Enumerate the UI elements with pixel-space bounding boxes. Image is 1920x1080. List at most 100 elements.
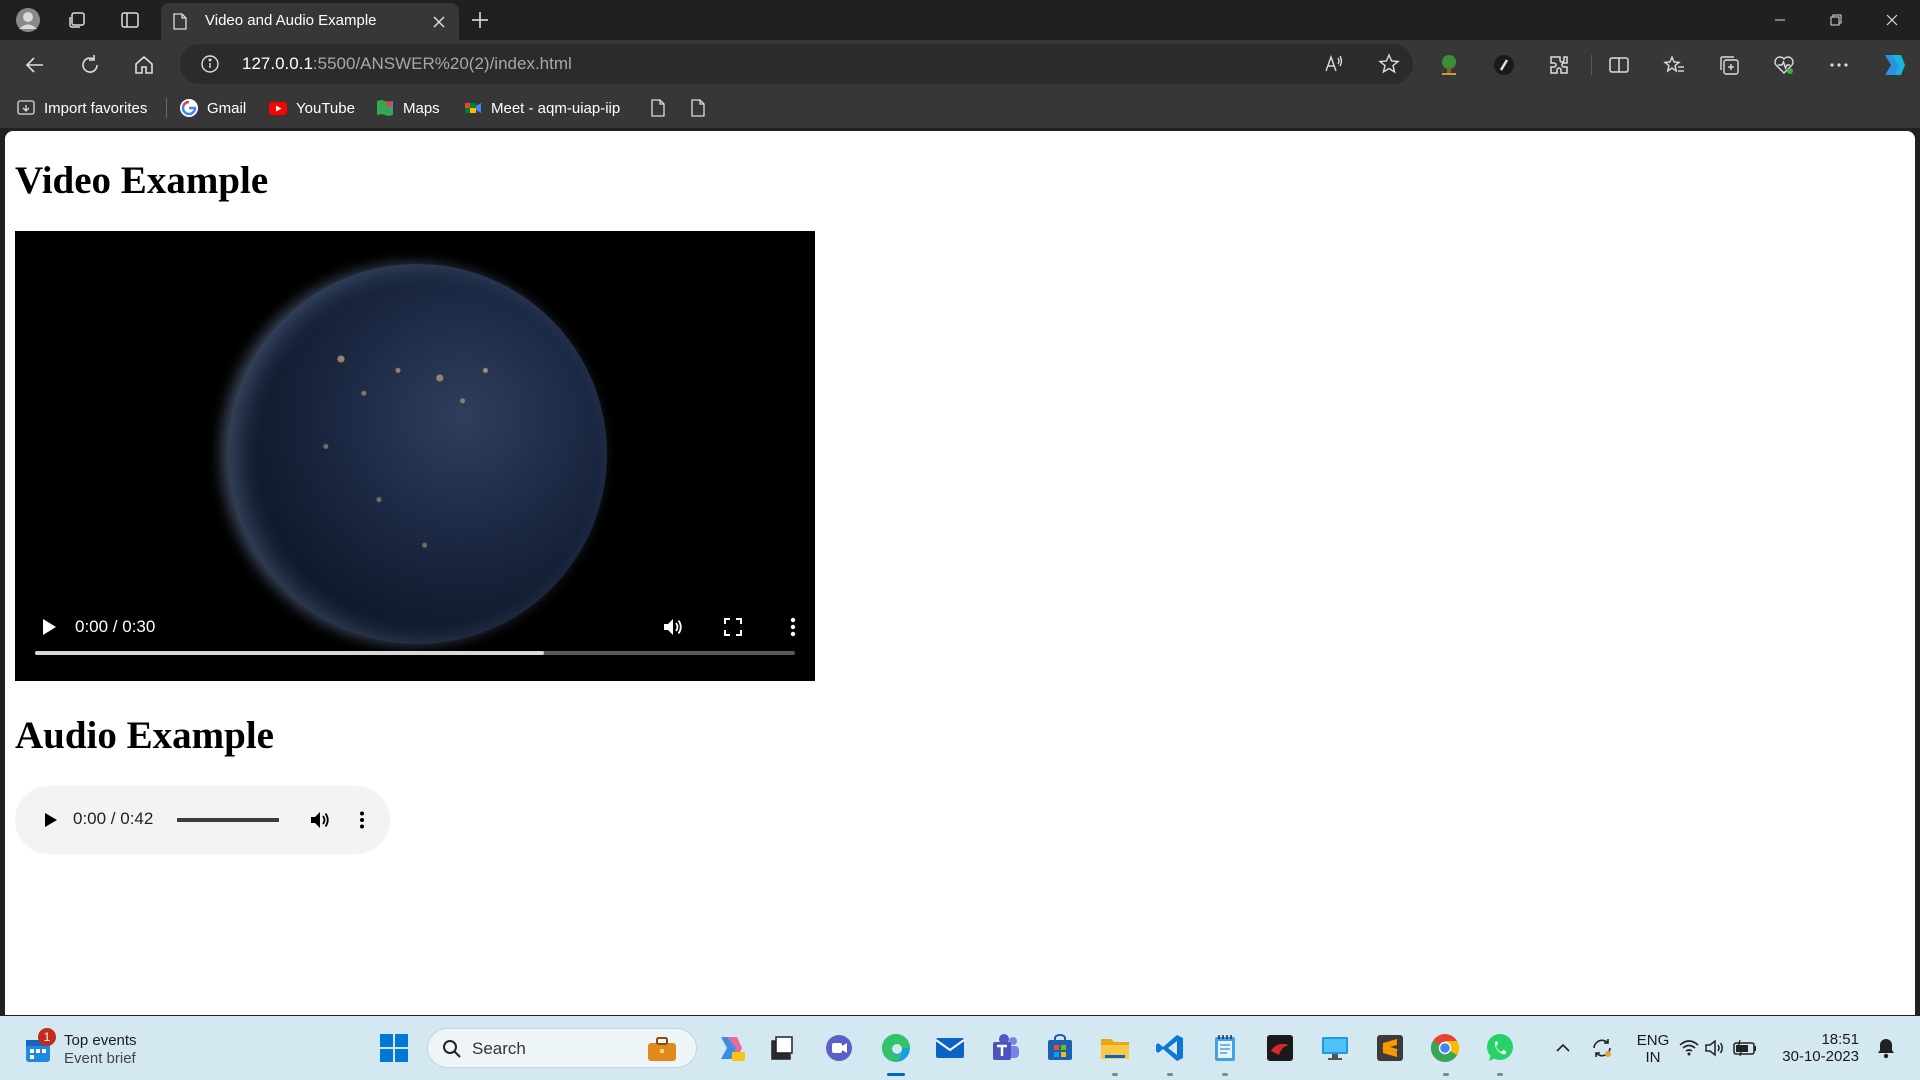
home-icon <box>135 55 153 74</box>
teams-icon[interactable] <box>987 1030 1023 1066</box>
page-icon <box>648 98 668 118</box>
more-vertical-icon <box>360 811 364 829</box>
workspaces-icon[interactable] <box>63 6 91 34</box>
video-play-button[interactable] <box>33 611 65 643</box>
fav-meet[interactable]: Meet - aqm-uiap-iip <box>463 96 620 120</box>
collections-icon[interactable] <box>1714 50 1744 80</box>
toolbar: 127.0.0.1:5500/ANSWER%20(2)/index.html <box>0 40 1920 88</box>
pen-extension-icon[interactable] <box>1489 50 1519 80</box>
sublime-icon[interactable] <box>1372 1030 1408 1066</box>
file-manager-icon[interactable] <box>764 1030 800 1066</box>
widgets-button[interactable]: 1 Top events Event brief <box>24 1028 144 1070</box>
window-close-button[interactable] <box>1864 0 1920 40</box>
url-text[interactable]: 127.0.0.1:5500/ANSWER%20(2)/index.html <box>242 54 572 74</box>
widget-badge: 1 <box>38 1028 56 1046</box>
video-time: 0:00 / 0:30 <box>75 617 156 636</box>
audio-time: 0:00 / 0:42 <box>73 809 154 828</box>
mail-icon[interactable] <box>932 1030 968 1066</box>
sync-icon[interactable] <box>1584 1030 1620 1066</box>
game-app-icon[interactable] <box>1262 1030 1298 1066</box>
import-icon <box>16 98 36 118</box>
back-button[interactable] <box>18 48 52 82</box>
bell-icon[interactable] <box>1868 1030 1904 1066</box>
read-aloud-icon[interactable] <box>1322 52 1346 76</box>
tree-extension-icon[interactable] <box>1434 50 1464 80</box>
vscode-icon[interactable] <box>1152 1030 1188 1066</box>
video-more-button[interactable] <box>777 611 809 643</box>
refresh-button[interactable] <box>73 48 107 82</box>
audio-heading: Audio Example <box>15 714 274 757</box>
audio-player[interactable]: 0:00 / 0:42 <box>15 786 390 854</box>
fav-import-favorites[interactable]: Import favorites <box>16 96 147 120</box>
favorites-icon[interactable] <box>1659 50 1689 80</box>
play-icon <box>43 619 56 635</box>
star-icon[interactable] <box>1377 52 1401 76</box>
notepad-icon[interactable] <box>1207 1030 1243 1066</box>
profile-icon[interactable] <box>14 6 42 34</box>
page-icon <box>688 98 708 118</box>
info-icon[interactable] <box>200 54 220 74</box>
plus-icon[interactable] <box>466 6 494 34</box>
copilot-icon[interactable] <box>1878 50 1908 80</box>
active-tab[interactable]: Video and Audio Example <box>161 3 459 40</box>
store-icon[interactable] <box>1042 1030 1078 1066</box>
audio-play-button[interactable] <box>35 804 67 836</box>
taskbar-search[interactable]: Search <box>427 1028 697 1068</box>
search-icon <box>443 1040 461 1058</box>
maps-icon <box>375 98 395 118</box>
video-fullscreen-button[interactable] <box>717 611 749 643</box>
widget-subtitle: Event brief <box>64 1050 136 1067</box>
tab-actions-icon[interactable] <box>116 6 144 34</box>
page-icon <box>173 13 187 30</box>
start-button[interactable] <box>376 1030 412 1066</box>
minimize-button[interactable] <box>1752 0 1808 40</box>
widget-title: Top events <box>64 1032 137 1049</box>
whatsapp-running-indicator <box>1497 1073 1503 1076</box>
clock[interactable]: 18:51 30-10-2023 <box>1779 1031 1859 1065</box>
more-icon[interactable] <box>1824 50 1854 80</box>
address-bar[interactable]: 127.0.0.1:5500/ANSWER%20(2)/index.html <box>180 44 1413 84</box>
favorites-divider <box>166 98 167 118</box>
fav-maps[interactable]: Maps <box>375 96 440 120</box>
fav-page-2[interactable] <box>688 96 708 120</box>
audio-mute-button[interactable] <box>304 804 336 836</box>
whatsapp-icon[interactable] <box>1482 1030 1518 1066</box>
toolbar-divider <box>1591 55 1592 75</box>
windows-icon <box>380 1034 408 1062</box>
edge-icon[interactable] <box>878 1030 914 1066</box>
tab-title: Video and Audio Example <box>205 12 377 29</box>
extensions-icon[interactable] <box>1544 50 1574 80</box>
health-icon[interactable] <box>1769 50 1799 80</box>
remote-desktop-icon[interactable] <box>1317 1030 1353 1066</box>
split-screen-icon[interactable] <box>1604 50 1634 80</box>
fav-youtube[interactable]: YouTube <box>268 96 355 120</box>
system-tray-status[interactable] <box>1678 1030 1762 1066</box>
fav-page-1[interactable] <box>648 96 668 120</box>
copilot-preview-icon[interactable] <box>713 1030 749 1066</box>
file-explorer-icon[interactable] <box>1097 1030 1133 1066</box>
video-progress-bar[interactable] <box>35 651 795 655</box>
fav-gmail[interactable]: Gmail <box>179 96 246 120</box>
wifi-volume-battery-icon <box>1679 1039 1756 1057</box>
video-call-icon[interactable] <box>821 1030 857 1066</box>
close-icon[interactable] <box>429 12 449 32</box>
video-player[interactable]: 0:00 / 0:30 <box>15 231 815 681</box>
meet-icon <box>463 98 483 118</box>
chevron-up-icon[interactable] <box>1545 1030 1581 1066</box>
volume-icon <box>311 812 329 828</box>
home-button[interactable] <box>127 48 161 82</box>
audio-progress-bar[interactable] <box>177 818 279 822</box>
earth-video-frame <box>227 264 607 644</box>
more-vertical-icon <box>790 617 796 637</box>
language-indicator[interactable]: ENG IN <box>1633 1032 1673 1066</box>
explorer-running-indicator <box>1112 1073 1118 1076</box>
restore-button[interactable] <box>1808 0 1864 40</box>
video-mute-button[interactable] <box>657 611 689 643</box>
edge-active-indicator <box>887 1073 905 1076</box>
refresh-icon <box>82 55 98 73</box>
youtube-icon <box>268 98 288 118</box>
audio-more-button[interactable] <box>346 804 378 836</box>
chrome-icon[interactable] <box>1427 1030 1463 1066</box>
title-bar: Video and Audio Example <box>0 0 1920 40</box>
video-heading: Video Example <box>15 159 269 202</box>
